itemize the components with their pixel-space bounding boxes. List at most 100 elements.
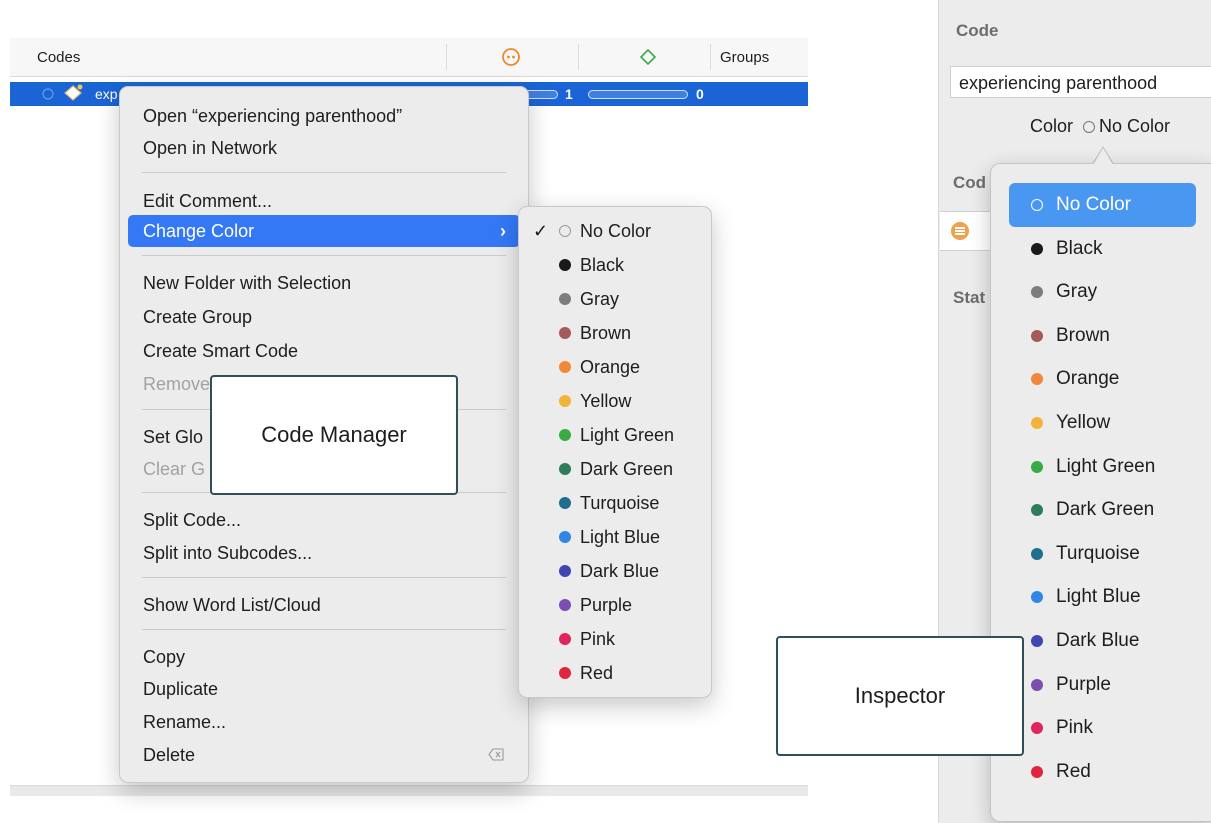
inspector-section-label-partial: Cod	[953, 173, 987, 192]
menu-item-label: Open in Network	[143, 138, 278, 158]
menu-item-11[interactable]: Split into Subcodes...	[128, 537, 520, 569]
menu-item-label: Split into Subcodes...	[143, 543, 313, 563]
color-option-label: Turquoise	[580, 493, 660, 513]
menu-item-label: Edit Comment...	[143, 191, 273, 211]
color-option-6[interactable]: Light Green	[525, 418, 705, 452]
menu-item-3[interactable]: Change Color ›	[128, 215, 520, 247]
color-swatch-icon	[1031, 504, 1043, 517]
color-option-5[interactable]: Yellow	[525, 384, 705, 418]
inspector-color-option-10[interactable]: Dark Blue	[1009, 619, 1196, 663]
menu-item-10[interactable]: Split Code...	[128, 504, 520, 536]
codes-column-header[interactable]: Codes	[37, 38, 80, 76]
inspector-color-option-label: Light Green	[1056, 455, 1156, 477]
menu-item-0[interactable]: Open “experiencing parenthood”	[128, 100, 520, 132]
color-popup-button[interactable]: Color No Color	[1030, 116, 1170, 137]
inspector-color-option-6[interactable]: Light Green	[1009, 445, 1196, 489]
menu-item-label: Show Word List/Cloud	[143, 595, 321, 615]
code-manager-header: Codes Groups	[10, 38, 808, 77]
menu-divider	[142, 577, 506, 578]
color-option-label: Orange	[580, 357, 641, 377]
color-swatch-icon	[559, 497, 571, 509]
inspector-color-option-5[interactable]: Yellow	[1009, 401, 1196, 445]
color-swatch-icon	[1031, 678, 1043, 691]
color-swatch-icon	[1031, 765, 1043, 778]
menu-item-15[interactable]: Rename...	[128, 706, 520, 738]
menu-item-13[interactable]: Copy	[128, 641, 520, 673]
color-option-1[interactable]: Black	[525, 248, 705, 282]
color-option-label: Brown	[580, 323, 632, 343]
inspector-color-option-3[interactable]: Brown	[1009, 314, 1196, 358]
groups-column-header[interactable]: Groups	[720, 38, 769, 76]
inspector-color-option-0[interactable]: No Color	[1009, 183, 1196, 227]
menu-item-label: Set Glo	[143, 427, 204, 447]
menu-item-14[interactable]: Duplicate	[128, 673, 520, 705]
color-swatch-icon	[559, 429, 571, 441]
color-option-12[interactable]: Pink	[525, 622, 705, 656]
menu-item-2[interactable]: Edit Comment...	[128, 185, 520, 217]
color-option-13[interactable]: Red	[525, 656, 705, 690]
color-option-label: Red	[580, 663, 614, 683]
color-option-label: Purple	[580, 595, 633, 615]
color-option-label: Black	[580, 255, 625, 275]
inspector-color-option-label: Orange	[1056, 368, 1120, 390]
delete-key-icon	[488, 748, 504, 761]
inspector-color-option-8[interactable]: Turquoise	[1009, 532, 1196, 576]
color-swatch-icon	[559, 633, 571, 645]
color-submenu: ✓ No Color Black Gray Brown Orange Yellow Light…	[518, 206, 712, 698]
color-swatch-icon	[559, 259, 571, 271]
inspector-stats-label-partial: Stat	[953, 288, 986, 307]
color-option-10[interactable]: Dark Blue	[525, 554, 705, 588]
code-name-field[interactable]: experiencing parenthood	[950, 66, 1211, 98]
color-option-0[interactable]: ✓ No Color	[525, 214, 705, 248]
color-swatch-icon	[1031, 417, 1043, 429]
menu-item-5[interactable]: Create Group	[128, 301, 520, 333]
inspector-color-option-label: Dark Blue	[1056, 630, 1140, 651]
inspector-color-option-13[interactable]: Red	[1009, 750, 1196, 794]
inspector-color-option-12[interactable]: Pink	[1009, 706, 1196, 750]
menu-item-label: Rename...	[143, 712, 227, 732]
inspector-color-option-7[interactable]: Dark Green	[1009, 488, 1196, 532]
inspector-color-option-11[interactable]: Purple	[1009, 663, 1196, 707]
color-swatch-icon	[1031, 591, 1043, 604]
checkmark-icon: ✓	[533, 221, 549, 241]
comment-column-icon[interactable]	[500, 38, 522, 76]
menu-item-label: Clear G	[143, 459, 206, 479]
inspector-color-option-label: Dark Green	[1056, 499, 1155, 521]
color-option-4[interactable]: Orange	[525, 350, 705, 384]
menu-item-1[interactable]: Open in Network	[128, 132, 520, 164]
color-option-label: Yellow	[580, 391, 632, 411]
color-option-2[interactable]: Gray	[525, 282, 705, 316]
inspector-title: Code	[956, 21, 999, 40]
color-option-7[interactable]: Dark Green	[525, 452, 705, 486]
color-option-3[interactable]: Brown	[525, 316, 705, 350]
color-option-11[interactable]: Purple	[525, 588, 705, 622]
color-option-label: Dark Green	[580, 459, 674, 479]
inspector-color-option-1[interactable]: Black	[1009, 227, 1196, 271]
inspector-color-option-label: No Color	[1056, 194, 1131, 215]
menu-item-label: Remove	[143, 374, 211, 394]
menu-item-6[interactable]: Create Smart Code	[128, 335, 520, 367]
color-option-9[interactable]: Light Blue	[525, 520, 705, 554]
color-label: Color	[1030, 116, 1074, 136]
code-column-icon[interactable]	[639, 38, 657, 76]
menu-item-4[interactable]: New Folder with Selection	[128, 267, 520, 299]
inspector-color-option-label: Yellow	[1056, 412, 1111, 433]
inspector-color-option-9[interactable]: Light Blue	[1009, 575, 1196, 619]
inspector-color-option-label: Pink	[1056, 717, 1093, 739]
color-swatch-icon	[559, 225, 571, 237]
menu-item-label: Duplicate	[143, 679, 219, 699]
inspector-color-option-2[interactable]: Gray	[1009, 270, 1196, 314]
menu-divider	[142, 172, 506, 173]
inspector-color-option-4[interactable]: Orange	[1009, 357, 1196, 401]
menu-item-label: Change Color	[143, 221, 255, 241]
color-swatch-icon	[1031, 199, 1043, 211]
inspector-color-option-label: Light Blue	[1056, 586, 1141, 608]
color-swatch-icon	[1031, 242, 1043, 255]
color-option-8[interactable]: Turquoise	[525, 486, 705, 520]
menu-item-16[interactable]: Delete	[128, 739, 520, 771]
inspector-color-option-label: Brown	[1056, 324, 1110, 346]
menu-item-label: Copy	[143, 647, 186, 667]
color-swatch-icon	[559, 667, 571, 679]
menu-item-12[interactable]: Show Word List/Cloud	[128, 589, 520, 621]
code-diamond-icon	[64, 84, 83, 101]
